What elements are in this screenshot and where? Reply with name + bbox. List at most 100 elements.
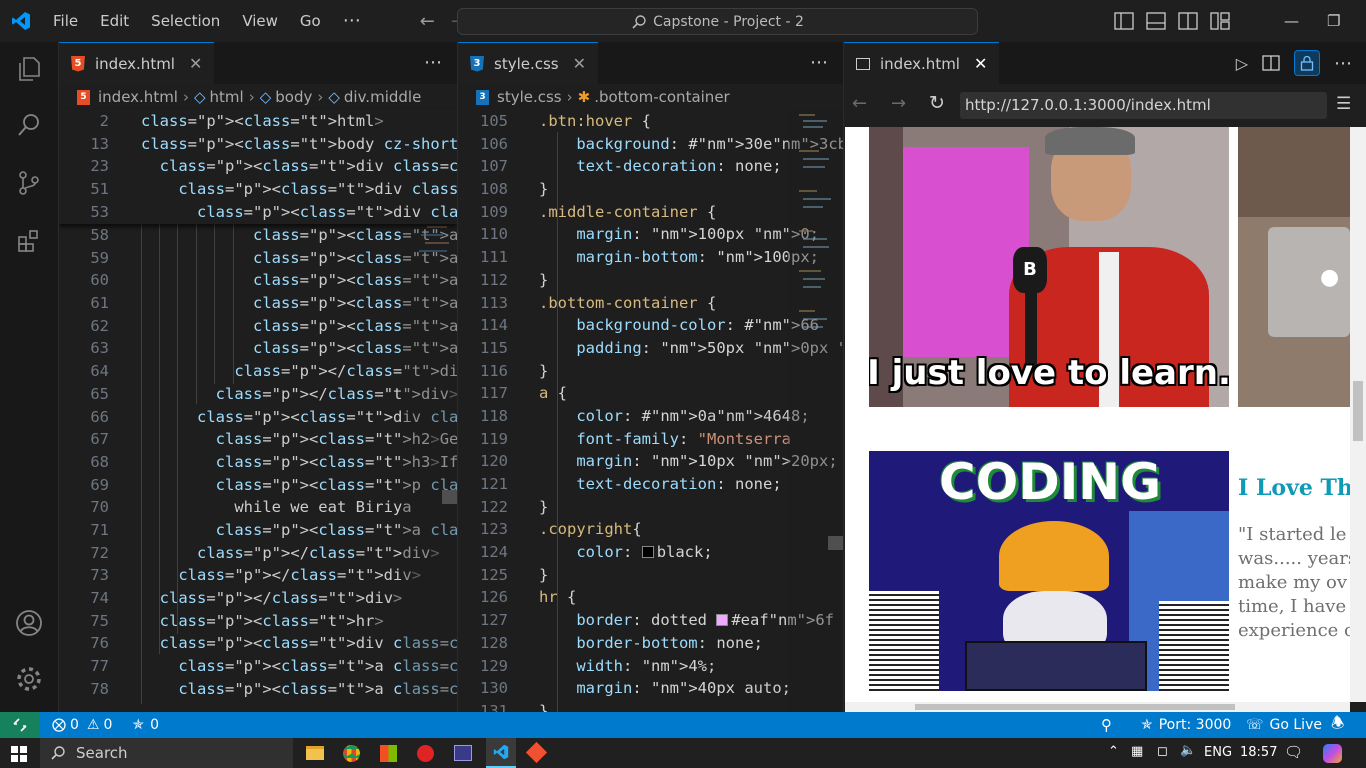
- close-tab-icon[interactable]: ✕: [573, 54, 586, 73]
- explorer-icon[interactable]: [12, 52, 46, 86]
- code-line[interactable]: 68 class="p"><class="t">h3>If you love C…: [59, 451, 457, 474]
- css-code-lines[interactable]: 105 .btn:hover {106 background: #"nm">30e…: [458, 110, 843, 712]
- go-live-button[interactable]: ☏ Go Live: [1246, 717, 1322, 733]
- clock[interactable]: 18:57: [1240, 745, 1277, 760]
- code-line[interactable]: 75 class="p"><class="t">hr>: [59, 610, 457, 633]
- tray-overflow-icon[interactable]: ⌃: [1108, 744, 1119, 759]
- code-line[interactable]: 107 text-decoration: none;: [458, 155, 843, 178]
- code-line[interactable]: 106 background: #"nm">30e"nm">3cb;: [458, 133, 843, 156]
- file-explorer-icon[interactable]: [306, 746, 324, 760]
- extensions-icon[interactable]: [12, 224, 46, 258]
- code-line[interactable]: 69 class="p"><class="t">p class=class="s…: [59, 474, 457, 497]
- code-line[interactable]: 62 class="p"><class="t">a href=class="s …: [59, 315, 457, 338]
- scrollbar-thumb[interactable]: [828, 536, 843, 550]
- toggle-primary-sidebar-icon[interactable]: [1114, 12, 1134, 30]
- run-icon[interactable]: ▷: [1236, 54, 1248, 73]
- tab-style-css[interactable]: 3 style.css ✕: [458, 42, 599, 84]
- menu-more[interactable]: ⋯: [332, 0, 372, 42]
- code-line[interactable]: 13class="p"><class="t">body cz-shortcut-…: [59, 133, 457, 156]
- code-line[interactable]: 59 class="p"><class="t">a href=class="s …: [59, 247, 457, 270]
- code-line[interactable]: 51 class="p"><class="t">div class=class=…: [59, 178, 457, 201]
- code-line[interactable]: 72 class="p"></class="t">div>: [59, 542, 457, 565]
- page-horizontal-scrollbar[interactable]: [845, 702, 1350, 712]
- breadcrumb-item[interactable]: style.css: [497, 88, 562, 106]
- code-line[interactable]: 105 .btn:hover {: [458, 110, 843, 133]
- remote-indicator-icon[interactable]: [0, 712, 40, 738]
- code-line[interactable]: 128 border-bottom: none;: [458, 632, 843, 655]
- close-tab-icon[interactable]: ✕: [974, 54, 987, 73]
- tab-browser-preview[interactable]: index.html ✕: [844, 42, 1000, 84]
- command-center[interactable]: Capstone - Project - 2: [457, 8, 978, 35]
- menu-file[interactable]: File: [42, 0, 89, 42]
- code-line[interactable]: 130 margin: "nm">40px auto;: [458, 677, 843, 700]
- url-input[interactable]: http://127.0.0.1:3000/index.html: [960, 92, 1327, 119]
- code-line[interactable]: 65 class="p"></class="t">div>: [59, 383, 457, 406]
- toggle-secondary-sidebar-icon[interactable]: [1178, 12, 1198, 30]
- browser-menu-icon[interactable]: ☰: [1336, 94, 1351, 114]
- minimize-icon[interactable]: —: [1270, 12, 1313, 30]
- code-line[interactable]: 122}: [458, 496, 843, 519]
- html-code-lines[interactable]: 58 class="p"><class="t">a href=class="s …: [59, 224, 457, 700]
- code-line[interactable]: 112}: [458, 269, 843, 292]
- code-line[interactable]: 73 class="p"></class="t">div>: [59, 564, 457, 587]
- lock-group-icon[interactable]: [1294, 50, 1320, 76]
- menu-view[interactable]: View: [231, 0, 289, 42]
- chrome-icon[interactable]: [343, 745, 360, 762]
- scrollbar-thumb[interactable]: [442, 490, 457, 504]
- more-actions-icon[interactable]: ⋯: [1334, 53, 1352, 74]
- back-arrow-icon[interactable]: ←: [412, 11, 443, 32]
- code-line[interactable]: 67 class="p"><class="t">h2>Get In Touchc…: [59, 428, 457, 451]
- code-line[interactable]: 115 padding: "nm">50px "nm">0px "nm">50p…: [458, 337, 843, 360]
- code-line[interactable]: 129 width: "nm">4%;: [458, 655, 843, 678]
- code-line[interactable]: 126 hr {: [458, 586, 843, 609]
- accounts-icon[interactable]: [12, 606, 46, 640]
- page-vertical-scrollbar[interactable]: [1350, 127, 1366, 702]
- code-line[interactable]: 74 class="p"></class="t">div>: [59, 587, 457, 610]
- code-line[interactable]: 64 class="p"></class="t">div>: [59, 360, 457, 383]
- language-indicator[interactable]: ENG: [1204, 745, 1232, 760]
- code-line[interactable]: 108}: [458, 178, 843, 201]
- breadcrumb-item[interactable]: div.middle: [344, 88, 421, 106]
- code-line[interactable]: 77 class="p"><class="t">a class=class="s…: [59, 655, 457, 678]
- code-line[interactable]: 58 class="p"><class="t">a href=class="s …: [59, 224, 457, 247]
- customize-layout-icon[interactable]: [1210, 12, 1230, 30]
- code-line[interactable]: 124 color: black;: [458, 541, 843, 564]
- code-line[interactable]: 60 class="p"><class="t">a href=class="s …: [59, 269, 457, 292]
- code-line[interactable]: 119 font-family: "Montserra: [458, 428, 843, 451]
- code-line[interactable]: 23 class="p"><class="t">div class=class=…: [59, 155, 457, 178]
- notifications-bell-icon[interactable]: 🕭: [1331, 713, 1344, 738]
- code-line[interactable]: 53 class="p"><class="t">div class=class=…: [59, 201, 457, 224]
- source-control-icon[interactable]: [12, 166, 46, 200]
- code-line[interactable]: 70 while we eat Biriya: [59, 496, 457, 519]
- close-tab-icon[interactable]: ✕: [189, 54, 202, 73]
- notification-center-icon[interactable]: 🗨: [1284, 743, 1303, 761]
- code-line[interactable]: 127 border: dotted #eaf"nm">6f: [458, 609, 843, 632]
- live-server-port[interactable]: ✯ Port: 3000: [1141, 717, 1231, 733]
- breadcrumb-item[interactable]: body: [275, 88, 312, 106]
- vscode-taskbar-icon[interactable]: [486, 738, 516, 768]
- breadcrumb-item[interactable]: html: [210, 88, 244, 106]
- menu-selection[interactable]: Selection: [140, 0, 231, 42]
- code-line[interactable]: 125}: [458, 564, 843, 587]
- store-icon[interactable]: [380, 745, 397, 762]
- browser-forward-icon[interactable]: →: [891, 93, 906, 114]
- copilot-icon[interactable]: [1323, 744, 1342, 763]
- code-line[interactable]: 63 class="p"><class="t">a href=class="s …: [59, 337, 457, 360]
- code-line[interactable]: 66 class="p"><class="t">div class=class=…: [59, 406, 457, 429]
- editor-more-actions[interactable]: ⋯: [810, 52, 829, 73]
- code-line[interactable]: 114 background-color: #"nm">66: [458, 314, 843, 337]
- problems-status[interactable]: ⨂ 0 ⚠ 0: [52, 717, 112, 733]
- code-line[interactable]: 117 a {: [458, 382, 843, 405]
- toggle-panel-icon[interactable]: [1146, 12, 1166, 30]
- code-line[interactable]: 116}: [458, 360, 843, 383]
- taskbar-search-box[interactable]: Search: [40, 738, 293, 768]
- git-app-icon[interactable]: [525, 741, 548, 764]
- code-line[interactable]: 109 .middle-container {: [458, 201, 843, 224]
- settings-gear-icon[interactable]: [12, 662, 46, 696]
- code-line[interactable]: 2 class="p"><class="t">html>: [59, 110, 457, 133]
- web-page-viewport[interactable]: B I just love to learn. ● CODING I Love …: [845, 127, 1350, 702]
- code-line[interactable]: 76 class="p"><class="t">div class=class=…: [59, 632, 457, 655]
- ports-status[interactable]: ✯ 0: [132, 717, 159, 733]
- network-icon[interactable]: ◻: [1157, 744, 1168, 759]
- breadcrumb-item[interactable]: .bottom-container: [594, 88, 730, 106]
